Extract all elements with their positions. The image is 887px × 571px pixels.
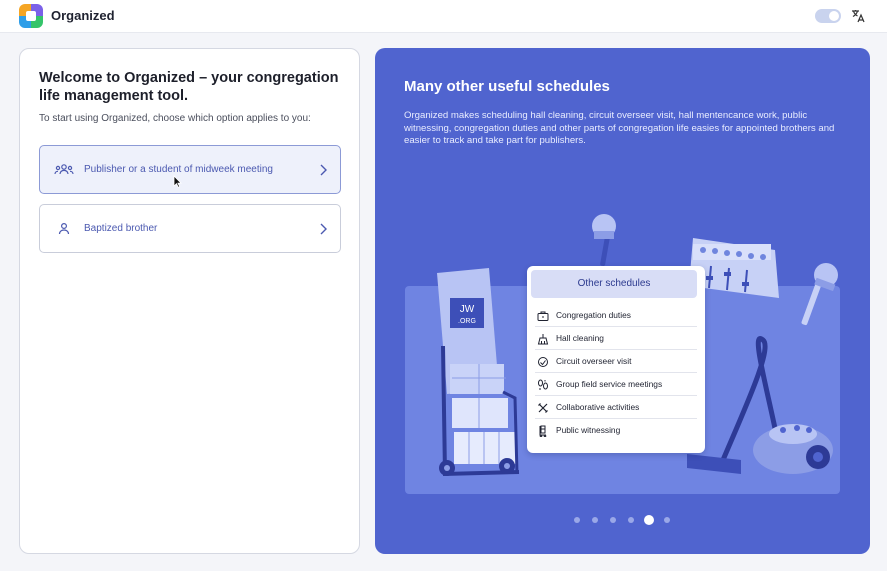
person-icon (54, 221, 74, 237)
translate-icon[interactable] (850, 8, 866, 24)
app-header: Organized (0, 0, 887, 33)
schedule-item-public-witnessing: Public witnessing (535, 419, 697, 442)
cleaning-icon (537, 332, 549, 345)
organized-logo-icon (19, 4, 43, 28)
carousel-dot[interactable] (610, 517, 616, 523)
slide-description: Organized makes scheduling hall cleaning… (404, 110, 835, 146)
tools-icon (537, 401, 549, 413)
schedule-item-collaborative-activities: Collaborative activities (535, 396, 697, 419)
onboarding-slide: Many other useful schedules Organized ma… (375, 48, 870, 554)
welcome-subtitle: To start using Organized, choose which o… (39, 113, 311, 124)
option-label: Publisher or a student of midweek meetin… (84, 164, 273, 175)
schedule-item-hall-cleaning: Hall cleaning (535, 327, 697, 350)
carousel-dot[interactable] (592, 517, 598, 523)
welcome-title: Welcome to Organized – your congregation… (39, 70, 339, 104)
schedule-item-circuit-overseer-visit: Circuit overseer visit (535, 350, 697, 373)
slide-title: Many other useful schedules (404, 78, 610, 95)
option-baptized-brother-button[interactable]: Baptized brother (39, 204, 341, 253)
briefcase-icon (537, 309, 549, 321)
carousel-dot[interactable] (664, 517, 670, 523)
cart-sign-text: .ORG (458, 318, 476, 325)
schedule-item-label: Public witnessing (556, 425, 621, 435)
microphone-icon (592, 214, 616, 266)
schedule-item-congregation-duties: Congregation duties (535, 304, 697, 327)
schedule-item-label: Collaborative activities (556, 402, 640, 412)
option-publisher-button[interactable]: Publisher or a student of midweek meetin… (39, 145, 341, 194)
footprints-icon (537, 378, 549, 390)
schedules-card-header: Other schedules (531, 270, 697, 298)
schedule-item-group-field-service: Group field service meetings (535, 373, 697, 396)
schedule-item-label: Group field service meetings (556, 379, 663, 389)
option-label: Baptized brother (84, 223, 158, 234)
other-schedules-card: Other schedules Congregation duties Hall… (527, 266, 705, 453)
carousel-dot[interactable] (628, 517, 634, 523)
handshake-icon (537, 355, 549, 367)
carousel-dot-active[interactable] (644, 515, 654, 525)
people-group-icon (54, 162, 74, 178)
schedule-item-label: Circuit overseer visit (556, 356, 632, 366)
app-title: Organized (51, 8, 115, 23)
carousel-dot[interactable] (574, 517, 580, 523)
carousel-pagination (574, 515, 674, 525)
cart-sign-text: JW (460, 304, 475, 315)
chevron-right-icon (318, 222, 328, 236)
chevron-right-icon (318, 163, 328, 177)
role-selection-card: Welcome to Organized – your congregation… (19, 48, 360, 554)
mouse-cursor-icon (173, 175, 182, 188)
schedule-item-label: Hall cleaning (556, 333, 604, 343)
schedules-card-title: Other schedules (577, 278, 651, 289)
schedule-item-label: Congregation duties (556, 310, 631, 320)
cart-icon (537, 424, 549, 438)
theme-toggle[interactable] (815, 9, 841, 23)
